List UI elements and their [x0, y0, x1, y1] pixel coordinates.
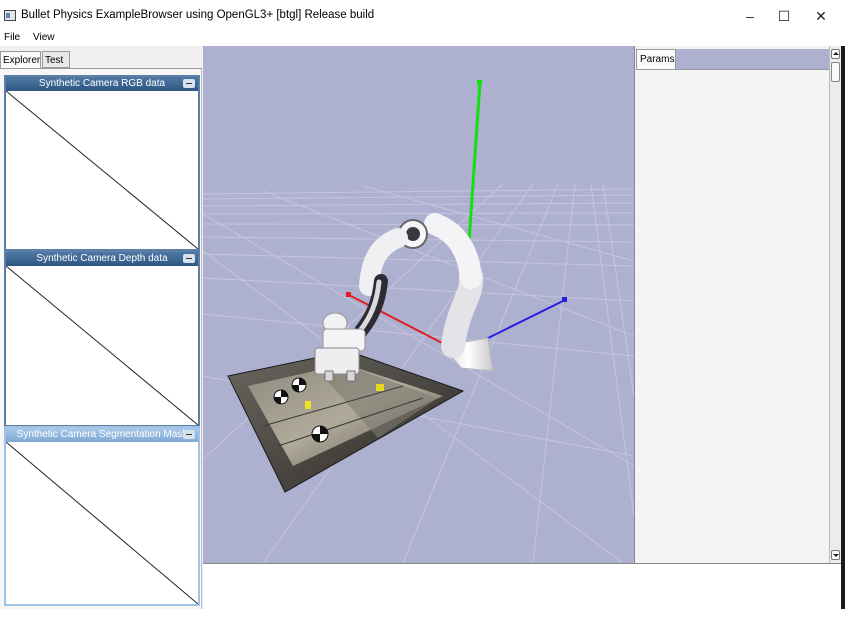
- camera-depth-window[interactable]: Synthetic Camera Depth data: [4, 250, 200, 427]
- maximize-button[interactable]: ☐: [769, 4, 799, 28]
- camera-rgb-title[interactable]: Synthetic Camera RGB data: [6, 77, 198, 91]
- menu-bar: File View: [0, 32, 845, 46]
- minimize-icon[interactable]: [183, 430, 195, 439]
- camera-rgb-window[interactable]: Synthetic Camera RGB data: [4, 75, 200, 251]
- tab-test[interactable]: Test: [42, 51, 70, 68]
- tab-params[interactable]: Params: [636, 49, 676, 69]
- title-bar: Bullet Physics ExampleBrowser using Open…: [0, 0, 845, 32]
- scene-render: [203, 80, 634, 563]
- camera-depth-title-text: Synthetic Camera Depth data: [36, 253, 168, 264]
- scroll-down-icon[interactable]: [831, 550, 840, 560]
- minimize-icon[interactable]: [183, 254, 195, 263]
- bottom-strip: [203, 563, 841, 609]
- camera-rgb-title-text: Synthetic Camera RGB data: [38, 78, 166, 89]
- z-axis-line: [477, 299, 566, 344]
- tab-explorer[interactable]: Explorer: [0, 51, 41, 68]
- minimize-icon[interactable]: [183, 79, 195, 88]
- y-axis-line: [466, 82, 482, 257]
- params-scrollbar[interactable]: [829, 46, 841, 563]
- camera-segmentation-window[interactable]: Synthetic Camera Segmentation Mask: [4, 426, 200, 606]
- camera-rgb-image: [6, 91, 198, 249]
- menu-view[interactable]: View: [33, 32, 55, 43]
- camera-depth-title[interactable]: Synthetic Camera Depth data: [6, 252, 198, 266]
- menu-file[interactable]: File: [4, 32, 20, 43]
- window-edge: [841, 46, 845, 609]
- camera-segmentation-title-text: Synthetic Camera Segmentation Mask: [16, 429, 188, 440]
- camera-segmentation-image: [6, 442, 198, 604]
- close-button[interactable]: ✕: [806, 4, 836, 28]
- params-tabstrip: [676, 49, 829, 69]
- app-icon: [4, 10, 16, 21]
- camera-segmentation-title[interactable]: Synthetic Camera Segmentation Mask: [6, 428, 198, 442]
- scroll-up-icon[interactable]: [831, 49, 840, 59]
- scroll-thumb[interactable]: [831, 62, 840, 82]
- 3d-viewport[interactable]: [203, 46, 634, 563]
- robot-arm: [314, 213, 494, 382]
- params-content: [636, 69, 829, 563]
- window-title: Bullet Physics ExampleBrowser using Open…: [21, 9, 375, 21]
- minimize-button[interactable]: –: [735, 4, 765, 28]
- camera-depth-image: [6, 266, 198, 425]
